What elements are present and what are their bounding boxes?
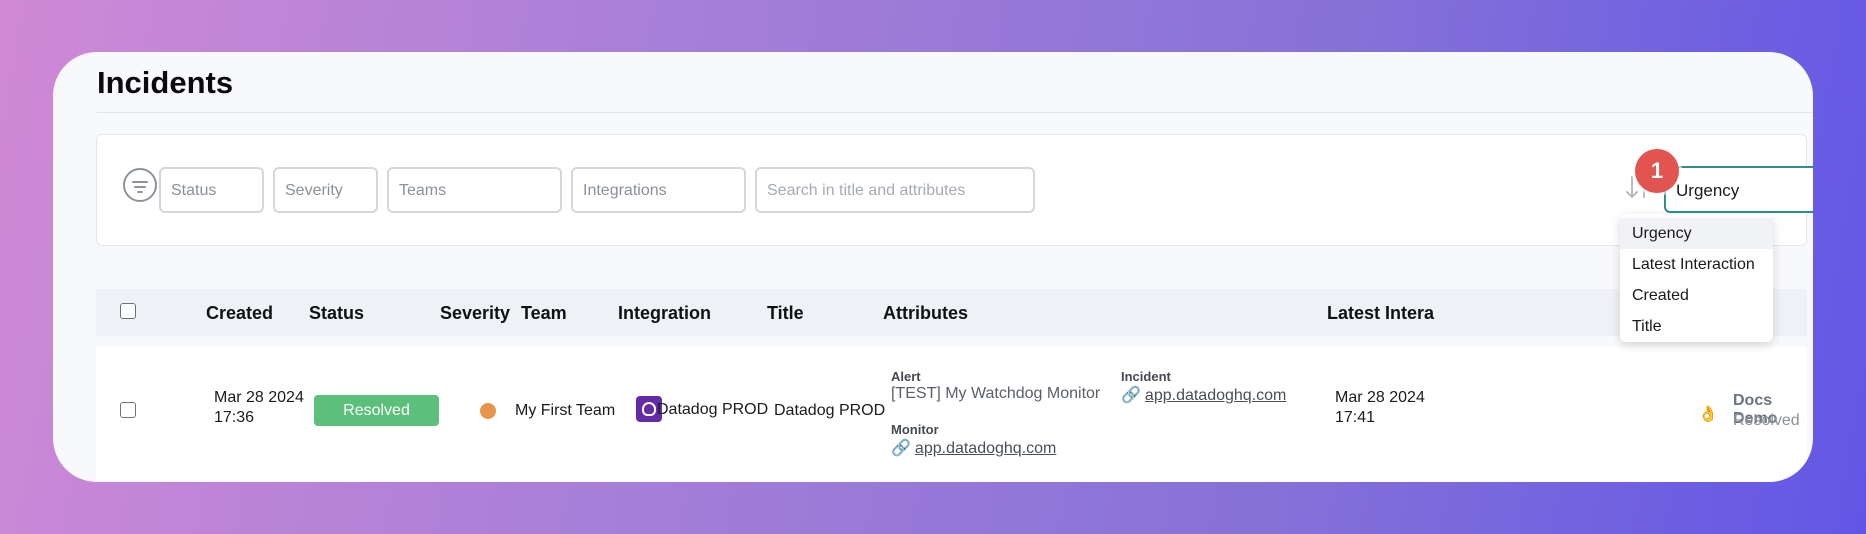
created-time: 17:36	[214, 409, 255, 426]
header-attributes[interactable]: Attributes	[883, 303, 968, 324]
sort-dropdown-menu: Urgency Latest Interaction Created Title	[1620, 214, 1773, 342]
filter-panel: Status Severity Teams Integrations Searc…	[96, 134, 1813, 246]
latest-status: Resolved	[1733, 412, 1800, 429]
severity-indicator	[480, 403, 496, 419]
search-input[interactable]: Search in title and attributes	[755, 167, 1035, 213]
monitor-label: Monitor	[891, 422, 939, 437]
incident-title: Datadog PROD	[774, 402, 886, 419]
link-icon: 🔗	[1121, 387, 1141, 404]
title-divider	[97, 112, 1813, 113]
integrations-filter[interactable]: Integrations	[571, 167, 746, 213]
step-badge: 1	[1635, 149, 1679, 193]
sort-option-title[interactable]: Title	[1620, 311, 1773, 342]
created-date: Mar 28 2024	[214, 389, 304, 406]
severity-filter[interactable]: Severity	[273, 167, 378, 213]
sort-select[interactable]: Urgency	[1664, 166, 1813, 213]
header-team[interactable]: Team	[521, 303, 567, 324]
header-title[interactable]: Title	[767, 303, 804, 324]
filter-icon[interactable]	[123, 168, 157, 202]
page-title: Incidents	[97, 65, 234, 100]
sort-option-urgency[interactable]: Urgency	[1620, 218, 1773, 249]
table-row[interactable]: Mar 28 2024 17:36 Resolved My First Team…	[96, 347, 1807, 482]
header-integration[interactable]: Integration	[618, 303, 711, 324]
incident-link[interactable]: 🔗 app.datadoghq.com	[1121, 385, 1286, 405]
latest-date: Mar 28 2024	[1335, 389, 1425, 406]
alert-label: Alert	[891, 369, 921, 384]
integration-name: Datadog PROD	[657, 401, 769, 418]
row-checkbox[interactable]	[120, 402, 136, 418]
sort-option-created[interactable]: Created	[1620, 280, 1773, 311]
latest-time: 17:41	[1335, 409, 1376, 426]
status-badge: Resolved	[314, 395, 439, 426]
header-created[interactable]: Created	[206, 303, 273, 324]
link-icon: 🔗	[891, 440, 911, 457]
status-filter[interactable]: Status	[159, 167, 264, 213]
monitor-link[interactable]: 🔗 app.datadoghq.com	[891, 438, 1056, 458]
header-latest-interaction[interactable]: Latest Intera	[1327, 303, 1434, 324]
table-header: Created Status Severity Team Integration…	[96, 289, 1807, 336]
incident-label: Incident	[1121, 369, 1171, 384]
header-status[interactable]: Status	[309, 303, 364, 324]
select-all-checkbox[interactable]	[120, 303, 136, 319]
header-severity[interactable]: Severity	[440, 303, 510, 324]
ok-hand-icon: 👌	[1698, 406, 1718, 423]
alert-value: [TEST] My Watchdog Monitor	[891, 385, 1101, 402]
team-name: My First Team	[515, 402, 616, 419]
incidents-card: Incidents Status Severity Teams Integrat…	[53, 52, 1813, 482]
teams-filter[interactable]: Teams	[387, 167, 562, 213]
sort-option-latest-interaction[interactable]: Latest Interaction	[1620, 249, 1773, 280]
